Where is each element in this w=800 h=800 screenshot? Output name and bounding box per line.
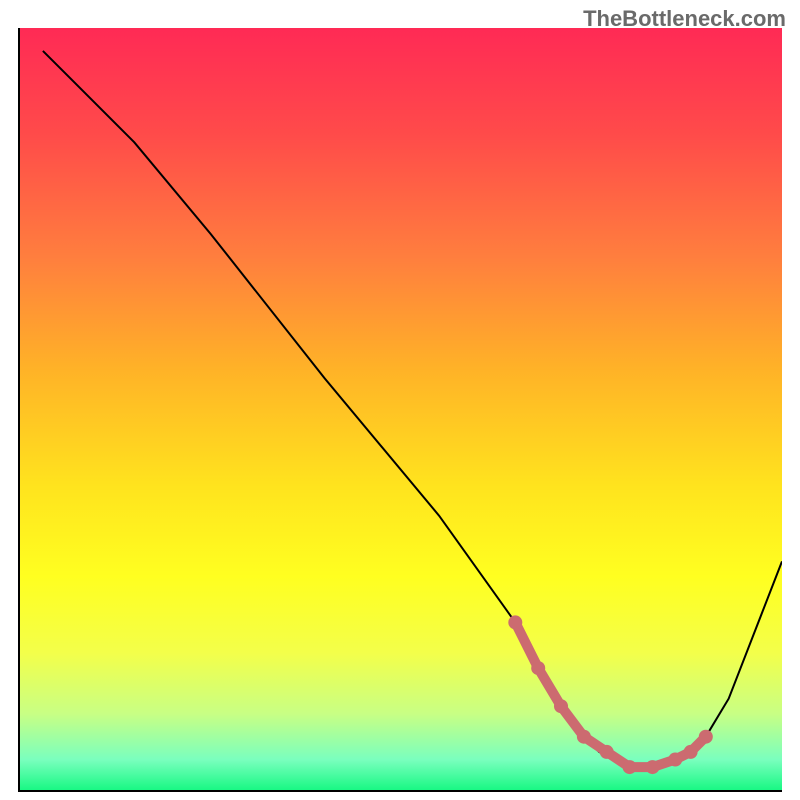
optimal-zone-dot [623, 760, 637, 774]
plot-area [20, 28, 782, 790]
optimal-zone-dot [646, 760, 660, 774]
optimal-zone-dot [577, 730, 591, 744]
optimal-zone-dot [531, 661, 545, 675]
optimal-zone-dot [699, 730, 713, 744]
optimal-zone-dot [684, 745, 698, 759]
chart-svg [20, 28, 782, 790]
attribution-watermark: TheBottleneck.com [583, 6, 786, 32]
optimal-zone-dot [668, 753, 682, 767]
optimal-zone-dot [508, 615, 522, 629]
optimal-zone-dot [554, 699, 568, 713]
optimal-zone-dot [600, 745, 614, 759]
